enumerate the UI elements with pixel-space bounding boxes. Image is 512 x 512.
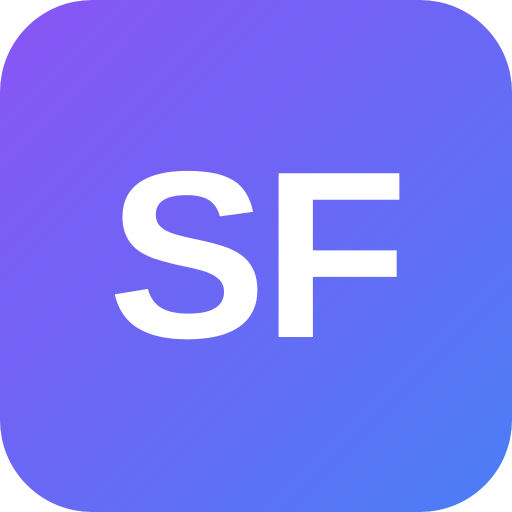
app-icon-monogram: SF xyxy=(107,123,408,388)
app-icon: SF xyxy=(0,0,512,512)
